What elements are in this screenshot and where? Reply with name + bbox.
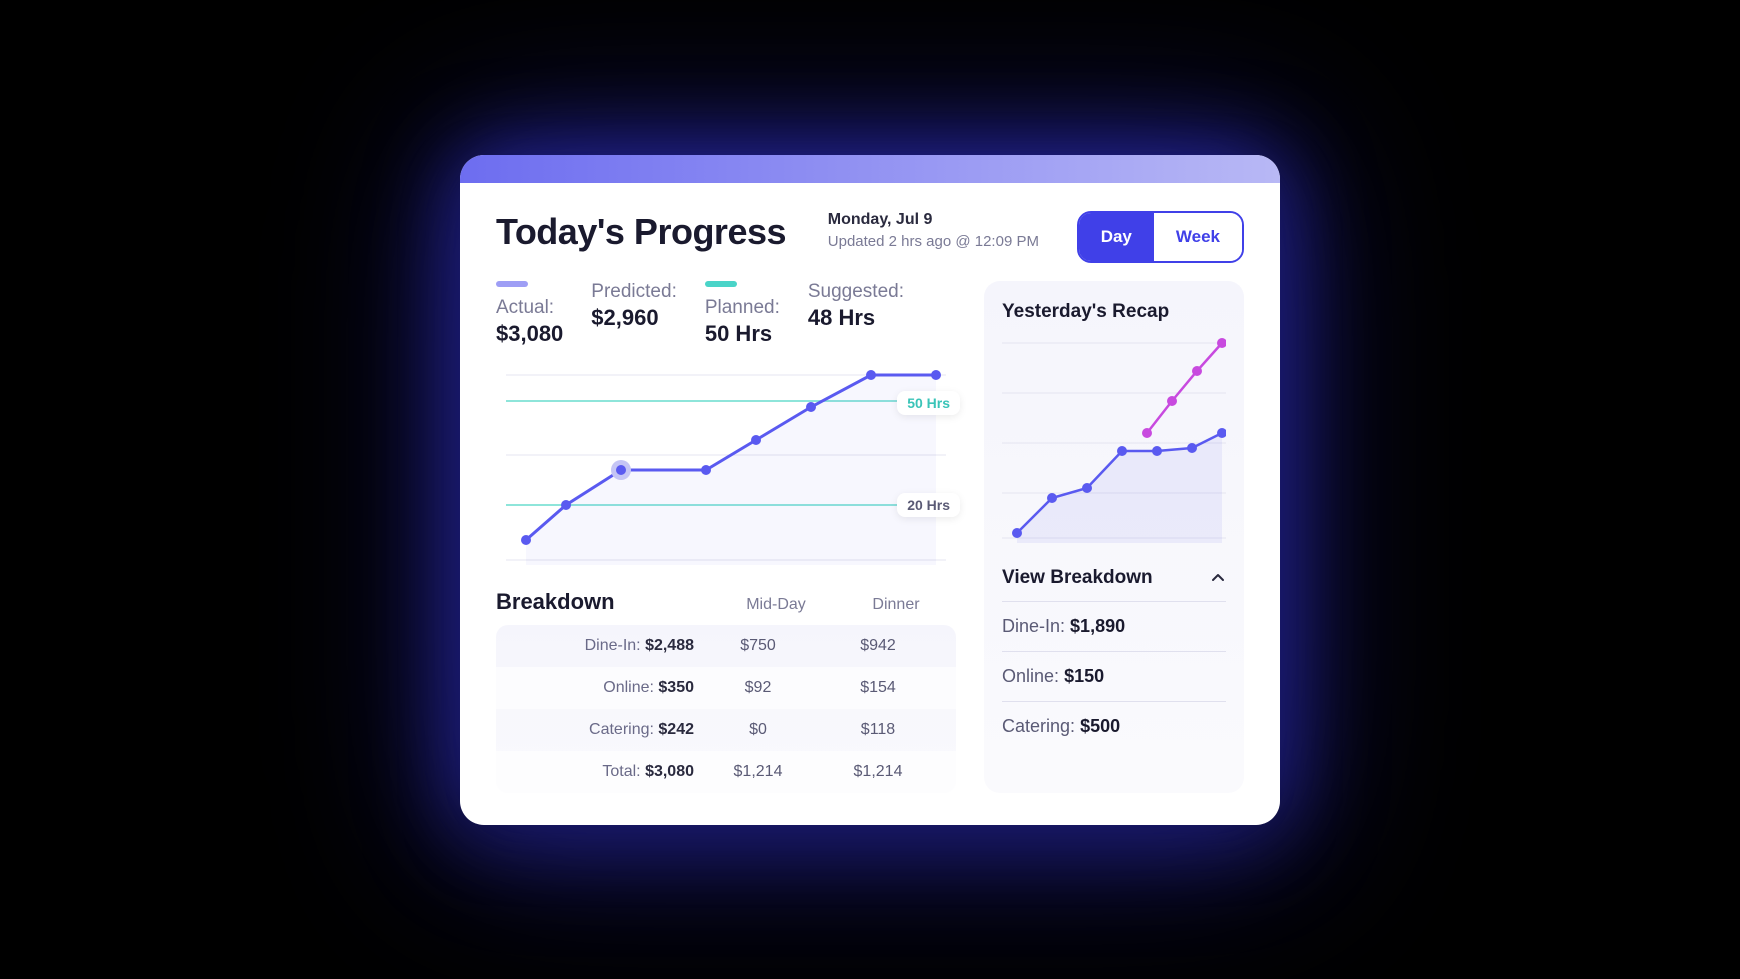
chart-ref-label-lower: 20 Hrs bbox=[897, 493, 960, 517]
table-row: Total: $3,080 $1,214 $1,214 bbox=[496, 751, 956, 793]
legend-value: 48 Hrs bbox=[808, 305, 904, 331]
recap-row-label: Online: bbox=[1002, 666, 1059, 686]
row-value: $350 bbox=[658, 679, 694, 696]
header-date: Monday, Jul 9 bbox=[828, 211, 1039, 229]
legend-label: Planned: bbox=[705, 297, 780, 319]
row-cell: $750 bbox=[698, 637, 818, 655]
table-row: Online: $350 $92 $154 bbox=[496, 667, 956, 709]
header-updated: Updated 2 hrs ago @ 12:09 PM bbox=[828, 233, 1039, 250]
recap-chart bbox=[1002, 333, 1226, 543]
row-cell: $942 bbox=[818, 637, 938, 655]
legend-suggested: Suggested: 48 Hrs bbox=[808, 281, 904, 347]
chevron-up-icon bbox=[1210, 570, 1226, 586]
recap-row: Dine-In: $1,890 bbox=[1002, 601, 1226, 651]
row-label: Total: bbox=[602, 763, 640, 780]
row-value: $3,080 bbox=[645, 763, 694, 780]
legend-label: Actual: bbox=[496, 297, 563, 319]
breakdown-title: Breakdown bbox=[496, 589, 716, 615]
row-value: $2,488 bbox=[645, 637, 694, 654]
table-row: Catering: $242 $0 $118 bbox=[496, 709, 956, 751]
view-breakdown-label: View Breakdown bbox=[1002, 567, 1153, 589]
day-week-toggle: Day Week bbox=[1077, 211, 1244, 263]
recap-row-label: Dine-In: bbox=[1002, 616, 1065, 636]
legend-value: $3,080 bbox=[496, 321, 563, 347]
table-row: Dine-In: $2,488 $750 $942 bbox=[496, 625, 956, 667]
recap-chart-svg bbox=[1002, 333, 1226, 543]
recap-panel: Yesterday's Recap bbox=[984, 281, 1244, 793]
legend-value: $2,960 bbox=[591, 305, 677, 331]
page-title: Today's Progress bbox=[496, 211, 786, 253]
dashboard-card: Today's Progress Monday, Jul 9 Updated 2… bbox=[460, 155, 1280, 825]
row-cell: $118 bbox=[818, 721, 938, 739]
legend-predicted: Predicted: $2,960 bbox=[591, 281, 677, 347]
recap-row-value: $1,890 bbox=[1070, 616, 1125, 636]
top-gradient-bar bbox=[460, 155, 1280, 183]
chart-ref-label-upper: 50 Hrs bbox=[897, 391, 960, 415]
row-cell: $1,214 bbox=[818, 763, 938, 781]
breakdown-col-midday: Mid-Day bbox=[716, 596, 836, 614]
legend-value: 50 Hrs bbox=[705, 321, 780, 347]
row-cell: $1,214 bbox=[698, 763, 818, 781]
recap-row-label: Catering: bbox=[1002, 716, 1075, 736]
legend-color-planned bbox=[705, 281, 737, 287]
legend-color-actual bbox=[496, 281, 528, 287]
toggle-week-button[interactable]: Week bbox=[1154, 213, 1242, 261]
row-cell: $154 bbox=[818, 679, 938, 697]
legend-planned: Planned: 50 Hrs bbox=[705, 281, 780, 347]
legend-label: Suggested: bbox=[808, 281, 904, 303]
recap-row-value: $500 bbox=[1080, 716, 1120, 736]
breakdown-col-dinner: Dinner bbox=[836, 596, 956, 614]
row-label: Online: bbox=[603, 679, 654, 696]
row-label: Catering: bbox=[589, 721, 654, 738]
recap-row: Catering: $500 bbox=[1002, 701, 1226, 751]
legend-actual: Actual: $3,080 bbox=[496, 281, 563, 347]
legend-row: Actual: $3,080 Predicted: $2,960 Planned… bbox=[496, 281, 956, 347]
view-breakdown-toggle[interactable]: View Breakdown bbox=[1002, 559, 1226, 601]
row-cell: $92 bbox=[698, 679, 818, 697]
row-value: $242 bbox=[658, 721, 694, 738]
recap-row-value: $150 bbox=[1064, 666, 1104, 686]
toggle-day-button[interactable]: Day bbox=[1079, 213, 1154, 261]
row-cell: $0 bbox=[698, 721, 818, 739]
legend-label: Predicted: bbox=[591, 281, 677, 303]
row-label: Dine-In: bbox=[585, 637, 641, 654]
line-chart-svg bbox=[496, 365, 956, 565]
recap-row: Online: $150 bbox=[1002, 651, 1226, 701]
breakdown-table: Dine-In: $2,488 $750 $942 Online: $350 $… bbox=[496, 625, 956, 793]
today-chart: 50 Hrs 20 Hrs bbox=[496, 365, 956, 565]
recap-title: Yesterday's Recap bbox=[1002, 301, 1226, 323]
